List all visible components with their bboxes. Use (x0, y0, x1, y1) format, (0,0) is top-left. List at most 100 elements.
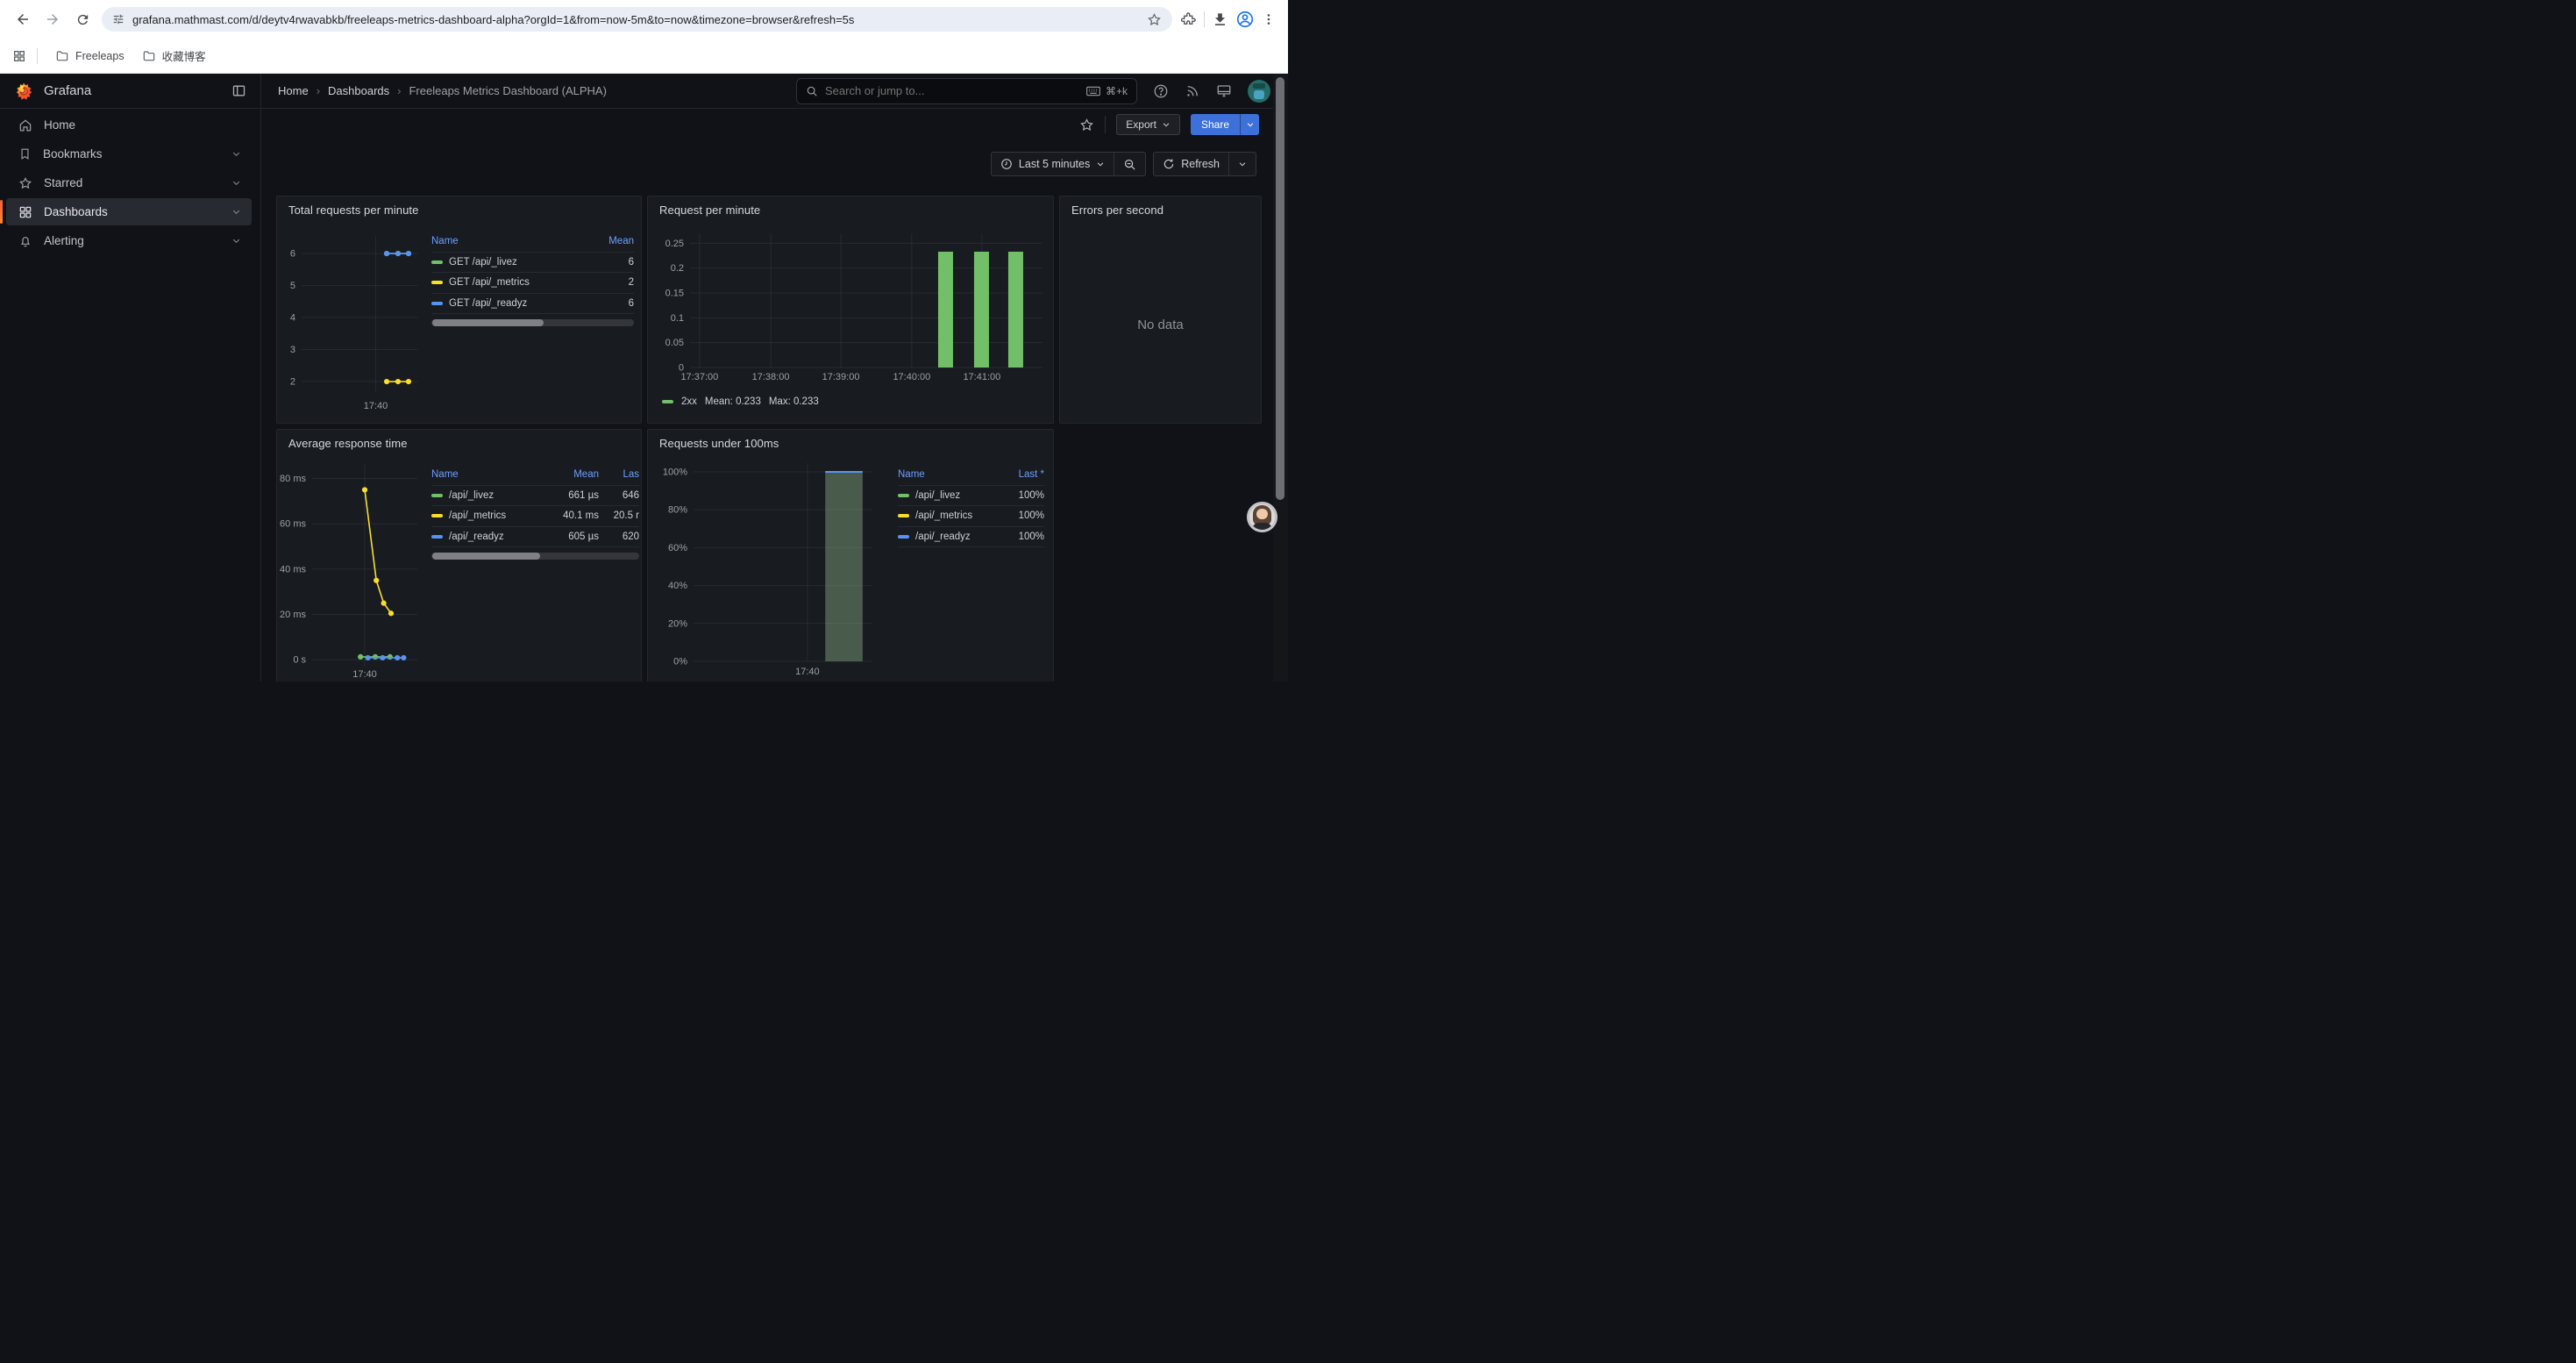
star-icon (18, 176, 32, 190)
svg-text:17:40: 17:40 (364, 401, 388, 411)
share-dropdown-button[interactable] (1240, 114, 1259, 135)
time-range-picker[interactable]: Last 5 minutes (992, 153, 1114, 175)
bookmark-item[interactable]: Freeleaps (48, 46, 132, 67)
svg-text:5: 5 (290, 281, 295, 291)
sidebar-item-starred[interactable]: Starred (6, 169, 252, 196)
sidebar-item-alerting[interactable]: Alerting (6, 227, 252, 254)
svg-text:60%: 60% (668, 543, 687, 553)
series-name[interactable]: /api/_readyz (449, 532, 504, 542)
page-header: Home›Dashboards›Freeleaps Metrics Dashbo… (261, 74, 1288, 109)
legend-row[interactable]: /api/_livez661 µs646 (431, 486, 639, 507)
panel-requests-under-100ms: Requests under 100ms 0%20%40%60%80%100%1… (647, 429, 1054, 682)
browser-toolbar: grafana.mathmast.com/d/deytv4rwavabkb/fr… (0, 0, 1288, 39)
legend-row[interactable]: GET /api/_readyz6 (431, 294, 634, 315)
series-name[interactable]: GET /api/_metrics (449, 277, 530, 288)
bookmark-icon (18, 147, 32, 161)
series-name[interactable]: GET /api/_readyz (449, 298, 527, 309)
legend-row[interactable]: GET /api/_livez 6 (431, 253, 634, 274)
zoom-out-button[interactable] (1114, 153, 1145, 175)
legend-row[interactable]: GET /api/_metrics2 (431, 273, 634, 294)
sidebar-item-home[interactable]: Home (6, 111, 252, 139)
svg-text:0.15: 0.15 (665, 289, 684, 299)
sidebar-item-dashboards[interactable]: Dashboards (6, 198, 252, 225)
breadcrumb-link[interactable]: Dashboards (328, 84, 389, 97)
svg-text:17:40: 17:40 (795, 667, 820, 677)
site-settings-icon[interactable] (112, 13, 125, 25)
breadcrumb-link[interactable]: Home (278, 84, 309, 97)
svg-text:0.2: 0.2 (671, 263, 684, 274)
svg-text:0.1: 0.1 (671, 313, 684, 324)
sidebar-nav: HomeBookmarks Starred Dashboards Alerting (0, 109, 260, 254)
downloads-icon[interactable] (1212, 11, 1228, 28)
search-box[interactable]: ⌘+k (796, 78, 1137, 104)
legend-scrollbar[interactable] (431, 553, 639, 560)
bookmark-item[interactable]: 收藏博客 (135, 44, 213, 68)
series-name[interactable]: /api/_livez (449, 490, 494, 501)
sidebar-toggle-icon[interactable] (231, 83, 246, 98)
series-color-chip (662, 400, 673, 403)
legend-row[interactable]: /api/_readyz 100% (898, 527, 1044, 548)
series-value: 6 (585, 257, 634, 268)
bookmark-label: 收藏博客 (162, 47, 206, 64)
svg-text:17:37:00: 17:37:00 (680, 372, 718, 382)
svg-text:60 ms: 60 ms (280, 519, 306, 530)
favorite-star-icon[interactable] (1079, 118, 1094, 132)
browser-menu-icon[interactable] (1262, 12, 1276, 26)
news-rss-icon[interactable] (1185, 83, 1200, 99)
series-color-chip (431, 302, 443, 305)
url-text[interactable]: grafana.mathmast.com/d/deytv4rwavabkb/fr… (132, 13, 1139, 26)
grafana-logo[interactable] (14, 82, 33, 101)
apps-grid-icon[interactable] (12, 49, 26, 63)
series-value: 100% (1000, 532, 1044, 542)
legend-row[interactable]: /api/_metrics40.1 ms20.5 r (431, 506, 639, 527)
toolbar-divider (1204, 11, 1205, 27)
sidebar-item-label: Dashboards (44, 205, 220, 218)
address-bar[interactable]: grafana.mathmast.com/d/deytv4rwavabkb/fr… (102, 7, 1172, 32)
refresh-button[interactable]: Refresh (1154, 153, 1228, 175)
help-icon[interactable] (1153, 83, 1169, 99)
legend-row[interactable]: /api/_metrics100% (898, 506, 1044, 527)
legend-table: NameMeanGET /api/_livez6GET /api/_metric… (431, 232, 634, 326)
profile-icon[interactable] (1235, 10, 1255, 29)
extensions-icon[interactable] (1181, 11, 1197, 27)
series-name[interactable]: /api/_metrics (449, 510, 506, 521)
user-avatar[interactable] (1248, 80, 1270, 103)
chevron-down-icon (231, 149, 241, 159)
series-value: 100% (1000, 490, 1044, 501)
sidebar-item-bookmarks[interactable]: Bookmarks (6, 140, 252, 168)
sidebar-item-label: Starred (44, 176, 220, 189)
legend-scrollbar-thumb[interactable] (432, 319, 544, 326)
search-input[interactable] (825, 84, 1079, 97)
series-name[interactable]: /api/_livez (915, 490, 960, 501)
bookmark-label: Freeleaps (75, 50, 125, 62)
time-range-group: Last 5 minutes (991, 152, 1146, 176)
browser-back-button[interactable] (9, 5, 37, 33)
page-scrollbar[interactable] (1273, 74, 1288, 682)
browser-reload-button[interactable] (68, 5, 96, 33)
panel-total-requests: Total requests per minute 2345617:40 Nam… (276, 196, 642, 424)
series-name[interactable]: /api/_metrics (915, 510, 972, 521)
scrollbar-thumb[interactable] (1276, 77, 1284, 500)
legend-scrollbar-thumb[interactable] (432, 553, 540, 560)
legend-scrollbar[interactable] (431, 319, 634, 326)
floating-assistant-avatar[interactable] (1247, 502, 1277, 532)
refresh-interval-dropdown[interactable] (1229, 153, 1256, 175)
legend-row[interactable]: /api/_livez 100% (898, 486, 1044, 507)
series-name[interactable]: /api/_readyz (915, 532, 971, 542)
export-button[interactable]: Export (1116, 114, 1180, 135)
zoom-out-icon (1123, 158, 1136, 171)
series-color-chip (431, 535, 443, 539)
series-name[interactable]: GET /api/_livez (449, 257, 517, 268)
svg-text:17:41:00: 17:41:00 (963, 372, 1000, 382)
bookmark-page-star-icon[interactable] (1147, 12, 1162, 27)
kiosk-monitor-icon[interactable] (1216, 83, 1232, 99)
breadcrumb-current: Freeleaps Metrics Dashboard (ALPHA) (409, 84, 606, 97)
panel-title[interactable]: Errors per second (1071, 203, 1163, 217)
legend-inline[interactable]: 2xxMean: 0.233Max: 0.233 (662, 396, 819, 407)
series-value: 620 (599, 532, 639, 542)
browser-forward-button[interactable] (39, 5, 67, 33)
chart-request-per-minute[interactable]: 00.050.10.150.20.2517:37:0017:38:0017:39… (648, 196, 1053, 423)
series-name[interactable]: 2xx (681, 396, 697, 407)
legend-row[interactable]: /api/_readyz605 µs620 (431, 527, 639, 548)
share-button[interactable]: Share (1191, 114, 1240, 135)
